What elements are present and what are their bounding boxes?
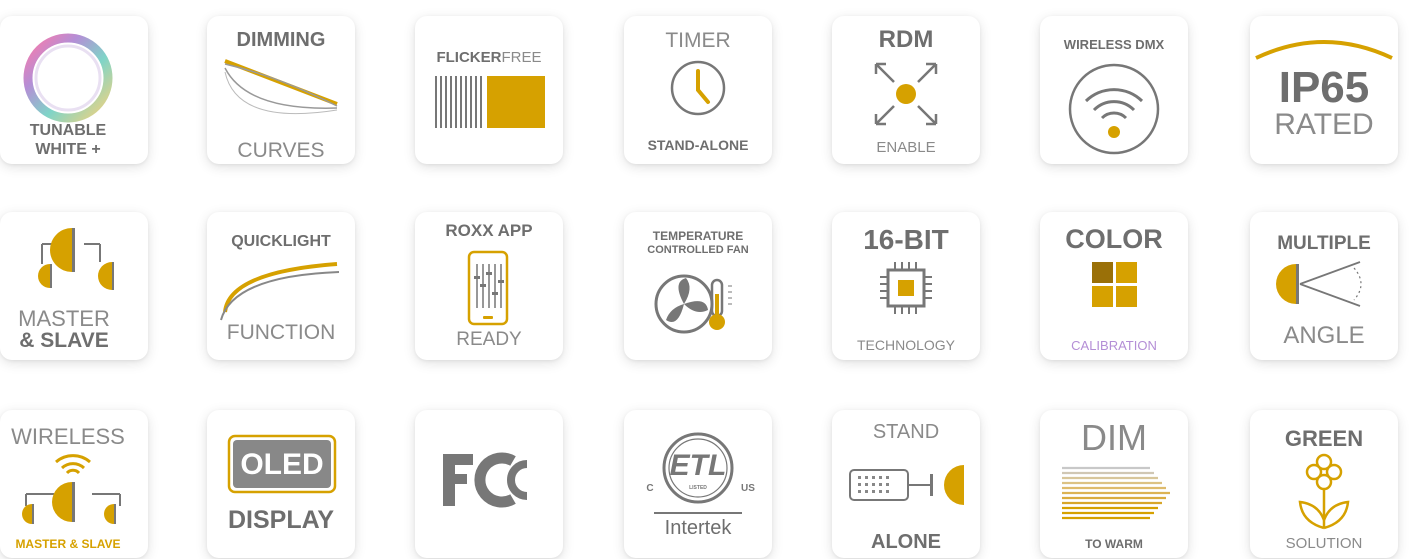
oled-screen-icon [227, 434, 337, 494]
tile-etl-listed: ETL LISTED C US Intertek [624, 410, 772, 558]
wifi-icon [1068, 63, 1160, 155]
tile-color-calibration: COLOR CALIBRATION [1040, 212, 1188, 360]
oled-subtitle: DISPLAY [227, 506, 335, 534]
etl-intertek: Intertek [664, 517, 732, 539]
green-subtitle: SOLUTION [1285, 535, 1363, 552]
tile-green-solution: GREEN SOLUTION [1250, 410, 1398, 558]
master-slave-line1: MASTER [18, 306, 110, 331]
color-subtitle: CALIBRATION [1071, 338, 1157, 353]
tile-timer: TIMER STAND-ALONE [624, 16, 772, 164]
fcc-logo-icon [443, 452, 528, 508]
oled-badge: OLED [240, 448, 324, 481]
tile-dimming-curves: DIMMING CURVES [207, 16, 355, 164]
ip65-subtitle: RATED [1274, 108, 1374, 141]
quicklight-subtitle: FUNCTION [226, 321, 336, 344]
tile-wireless-dmx: WIRELESS DMX [1040, 16, 1188, 164]
tile-flicker-free: FLICKERFREE [415, 16, 563, 164]
tile-fcc [415, 410, 563, 558]
tile-tunable-white: TUNABLE WHITE + [0, 16, 148, 164]
tunable-line1: TUNABLE [29, 122, 107, 139]
tile-rdm: RDM ENABLE [832, 16, 980, 164]
rdm-subtitle: ENABLE [876, 139, 936, 156]
ip65-title: IP65 [1278, 63, 1370, 112]
dimming-subtitle: CURVES [237, 139, 325, 162]
sixteen-bit-subtitle: TECHNOLOGY [856, 337, 955, 353]
tile-wireless-master-slave: WIRELESS MASTER & SLAVE [0, 410, 148, 558]
tile-master-slave: MASTER & SLAVE [0, 212, 148, 360]
tile-stand-alone: STAND ALONE [832, 410, 980, 558]
tile-16-bit: 16-BIT TECHNOLOGY [832, 212, 980, 360]
flicker-bars-icon [435, 76, 545, 128]
tunable-line2: WHITE + [35, 141, 101, 158]
tile-ip65: IP65 RATED [1250, 16, 1398, 164]
tile-multiple-angle: MULTIPLE ANGLE [1250, 212, 1398, 360]
master-slave-line2: & SLAVE [19, 329, 109, 352]
multiple-subtitle: ANGLE [1283, 322, 1365, 349]
warm-lines-icon [1062, 466, 1170, 520]
tile-dim-to-warm: DIM TO WARM [1040, 410, 1188, 558]
wireless-fixtures-icon [22, 454, 121, 524]
tile-quicklight: QUICKLIGHT FUNCTION [207, 212, 355, 360]
stand-alone-subtitle: ALONE [871, 531, 941, 553]
tile-oled-display: OLED DISPLAY [207, 410, 355, 558]
tile-temperature-fan: TEMPERATURE CONTROLLED FAN [624, 212, 772, 360]
tile-roxx-app: ROXX APP READY [415, 212, 563, 360]
roxx-app-subtitle: READY [456, 329, 522, 350]
fan-thermometer-icon [654, 274, 732, 334]
timer-subtitle: STAND-ALONE [647, 137, 749, 153]
dim-to-warm-subtitle: TO WARM [1085, 537, 1143, 551]
wireless-ms-subtitle: MASTER & SLAVE [15, 537, 121, 551]
